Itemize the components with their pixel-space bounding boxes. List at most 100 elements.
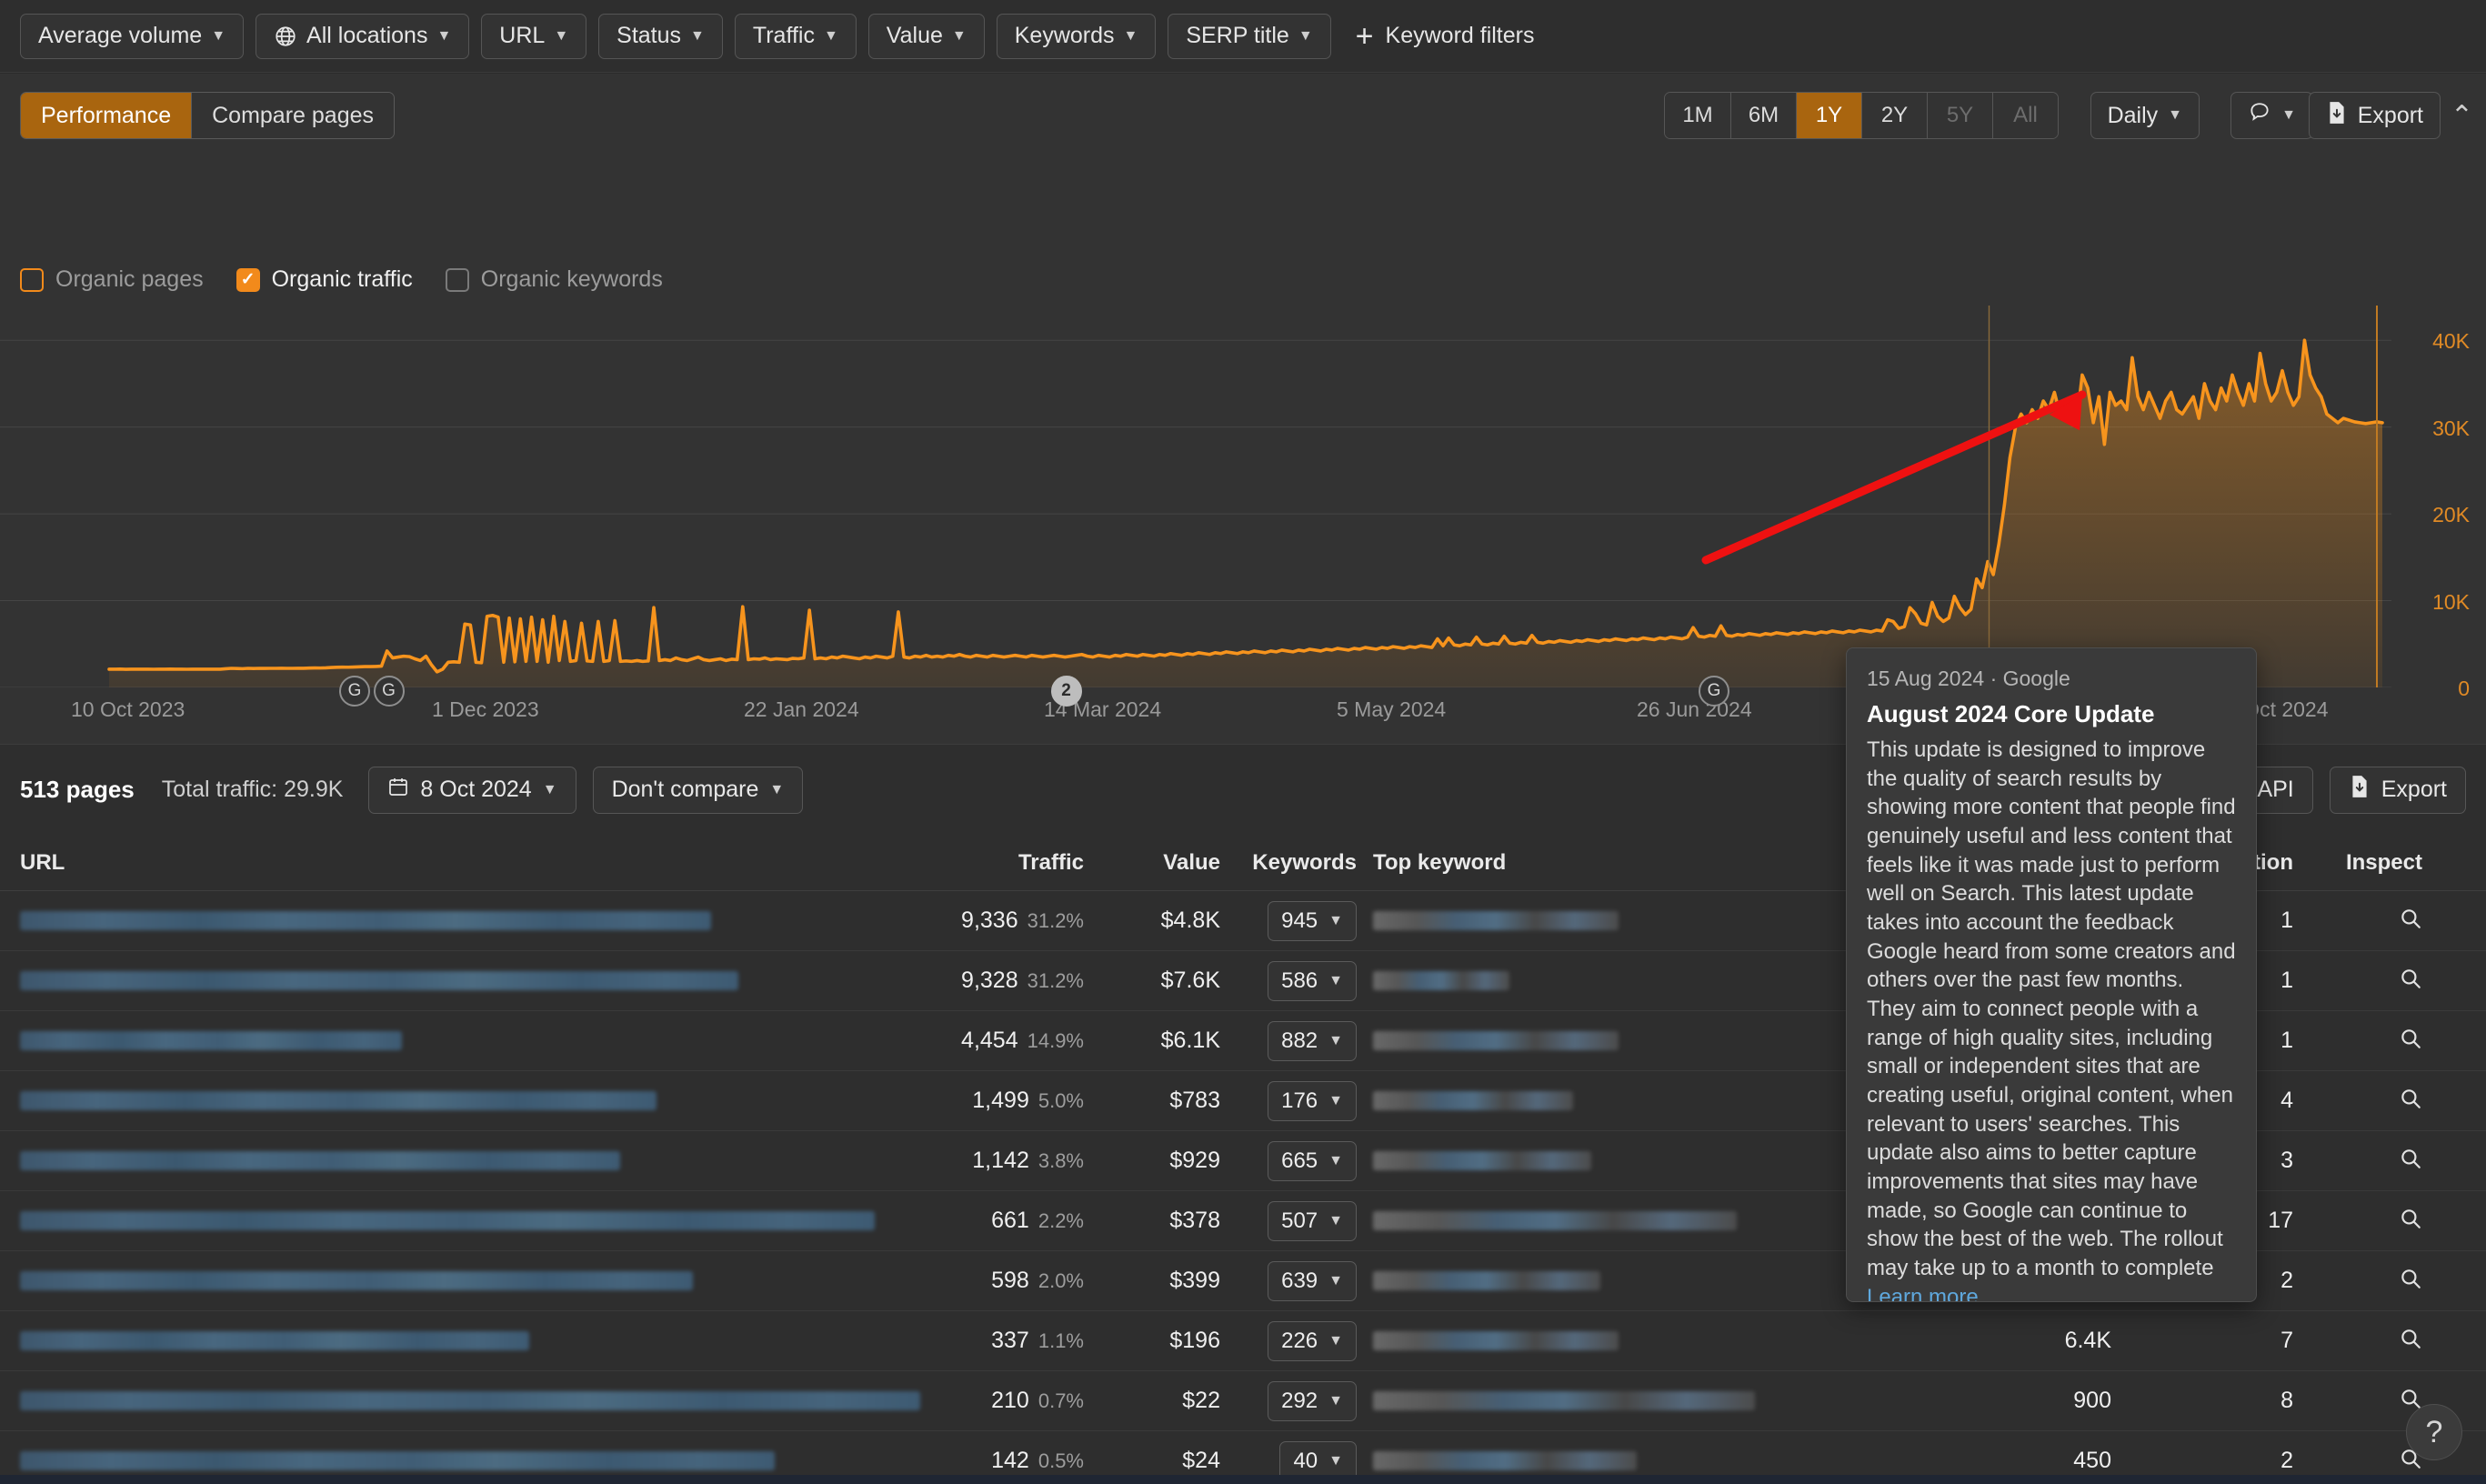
- cell-top-keyword[interactable]: [1357, 1211, 1748, 1230]
- column-header-top-keyword[interactable]: Top keyword: [1357, 850, 1748, 876]
- traffic-value: 210: [991, 1388, 1029, 1413]
- date-picker-button[interactable]: 8 Oct 2024 ▼: [368, 766, 576, 814]
- checkbox-organic-traffic[interactable]: ✓: [236, 267, 260, 292]
- table-row[interactable]: 337 1.1% $196 226 ▼ 6.4K 7: [0, 1311, 2486, 1371]
- filter-average-volume[interactable]: Average volume ▼: [20, 13, 245, 59]
- annotation-marker-2[interactable]: G: [373, 676, 405, 707]
- filter-traffic[interactable]: Traffic ▼: [734, 13, 857, 59]
- column-header-traffic[interactable]: Traffic: [838, 850, 1084, 876]
- filter-all-locations[interactable]: All locations ▼: [256, 13, 470, 59]
- cell-url[interactable]: [20, 1151, 838, 1170]
- cell-inspect[interactable]: [2293, 1267, 2439, 1295]
- cell-top-keyword[interactable]: [1357, 1391, 1755, 1410]
- checkbox-organic-keywords[interactable]: [445, 267, 469, 292]
- cell-url[interactable]: [20, 1271, 838, 1290]
- magnifier-icon[interactable]: [2399, 1089, 2422, 1114]
- chart-export-button[interactable]: Export: [2308, 92, 2441, 139]
- keywords-dropdown[interactable]: 176 ▼: [1268, 1080, 1357, 1121]
- filter-serp-title[interactable]: SERP title ▼: [1168, 13, 1331, 59]
- cell-top-keyword[interactable]: [1357, 1091, 1748, 1110]
- table-row[interactable]: 210 0.7% $22 292 ▼ 900 8: [0, 1371, 2486, 1431]
- cell-url[interactable]: [20, 1031, 838, 1050]
- filter-url-label: URL: [499, 23, 546, 48]
- cell-inspect[interactable]: [2293, 1147, 2439, 1175]
- keywords-dropdown[interactable]: 292 ▼: [1268, 1380, 1357, 1421]
- magnifier-icon[interactable]: [2399, 969, 2422, 994]
- cell-url[interactable]: [20, 1331, 838, 1350]
- legend-organic-pages[interactable]: Organic pages: [20, 266, 204, 293]
- redacted-url: [20, 1391, 920, 1410]
- compare-dropdown[interactable]: Don't compare ▼: [592, 766, 804, 814]
- range-6m[interactable]: 6M: [1730, 93, 1796, 138]
- cell-url[interactable]: [20, 1211, 875, 1230]
- filter-url[interactable]: URL ▼: [481, 13, 587, 59]
- magnifier-icon[interactable]: [2399, 1329, 2422, 1354]
- cell-top-keyword[interactable]: [1357, 1331, 1748, 1350]
- cell-top-keyword[interactable]: [1357, 971, 1748, 990]
- column-header-keywords[interactable]: Keywords: [1220, 850, 1357, 876]
- magnifier-icon[interactable]: [2399, 1449, 2422, 1474]
- help-button[interactable]: ?: [2406, 1404, 2462, 1460]
- organic-traffic-area-chart[interactable]: [0, 306, 2486, 687]
- chevron-up-icon[interactable]: ⌃: [2451, 103, 2473, 130]
- tab-performance[interactable]: Performance: [21, 93, 192, 138]
- keywords-dropdown[interactable]: 639 ▼: [1268, 1260, 1357, 1301]
- cell-inspect[interactable]: [2293, 1087, 2439, 1115]
- magnifier-icon[interactable]: [2399, 1149, 2422, 1174]
- cell-top-keyword[interactable]: [1357, 1451, 1748, 1470]
- filter-keywords[interactable]: Keywords ▼: [996, 13, 1157, 59]
- keywords-dropdown[interactable]: 882 ▼: [1268, 1020, 1357, 1061]
- magnifier-icon[interactable]: [2399, 1209, 2422, 1234]
- cell-inspect[interactable]: [2293, 967, 2439, 995]
- annotation-marker-3[interactable]: 2: [1050, 676, 1082, 707]
- magnifier-icon[interactable]: [2399, 1029, 2422, 1054]
- range-2y[interactable]: 2Y: [1861, 93, 1927, 138]
- keywords-dropdown[interactable]: 586 ▼: [1268, 960, 1357, 1001]
- cell-url[interactable]: [20, 971, 838, 990]
- keywords-dropdown[interactable]: 226 ▼: [1268, 1320, 1357, 1361]
- column-header-inspect[interactable]: Inspect: [2293, 850, 2439, 876]
- filter-value[interactable]: Value ▼: [867, 13, 985, 59]
- cell-inspect[interactable]: [2293, 1027, 2439, 1055]
- checkbox-organic-pages[interactable]: [20, 267, 44, 292]
- cell-inspect[interactable]: [2293, 907, 2439, 935]
- legend-organic-keywords[interactable]: Organic keywords: [445, 266, 663, 293]
- cell-top-keyword[interactable]: [1357, 911, 1748, 930]
- annotation-marker-1[interactable]: G: [339, 676, 370, 707]
- cell-inspect[interactable]: [2293, 1207, 2439, 1235]
- granularity-label: Daily: [2107, 102, 2159, 128]
- range-1m[interactable]: 1M: [1665, 93, 1730, 138]
- keywords-dropdown[interactable]: 945 ▼: [1268, 900, 1357, 941]
- cell-top-keyword[interactable]: [1357, 1031, 1748, 1050]
- keywords-dropdown[interactable]: 665 ▼: [1268, 1140, 1357, 1181]
- column-header-value[interactable]: Value: [1084, 850, 1220, 876]
- tab-compare-pages[interactable]: Compare pages: [191, 93, 395, 138]
- keywords-dropdown[interactable]: 507 ▼: [1268, 1200, 1357, 1241]
- volume-value: 900: [2073, 1388, 2111, 1413]
- filter-all-locations-label: All locations: [306, 23, 428, 48]
- cell-url[interactable]: [20, 911, 838, 930]
- learn-more-link[interactable]: Learn more: [1867, 1285, 1979, 1301]
- add-keyword-filters-button[interactable]: + Keyword filters: [1356, 21, 1535, 52]
- filter-status[interactable]: Status ▼: [598, 13, 723, 59]
- granularity-dropdown[interactable]: Daily ▼: [2090, 92, 2200, 139]
- cell-inspect[interactable]: [2293, 1327, 2439, 1355]
- magnifier-icon[interactable]: [2399, 1269, 2422, 1294]
- range-1y[interactable]: 1Y: [1796, 93, 1861, 138]
- cell-url[interactable]: [20, 1451, 838, 1470]
- table-export-button[interactable]: Export: [2329, 766, 2466, 814]
- cell-top-keyword[interactable]: [1357, 1151, 1748, 1170]
- annotation-marker-4[interactable]: G: [1699, 676, 1729, 707]
- magnifier-icon[interactable]: [2399, 909, 2422, 934]
- annotations-dropdown[interactable]: ▼: [2230, 92, 2313, 139]
- table-export-label: Export: [2381, 777, 2447, 802]
- value-amount: $783: [1169, 1088, 1220, 1113]
- column-header-url[interactable]: URL: [20, 850, 838, 876]
- redacted-url: [20, 1091, 657, 1110]
- filter-traffic-label: Traffic: [752, 23, 815, 48]
- cell-top-keyword[interactable]: [1357, 1271, 1748, 1290]
- traffic-value: 1,142: [972, 1148, 1029, 1173]
- cell-url[interactable]: [20, 1091, 838, 1110]
- legend-organic-traffic[interactable]: ✓ Organic traffic: [236, 266, 413, 293]
- cell-url[interactable]: [20, 1391, 920, 1410]
